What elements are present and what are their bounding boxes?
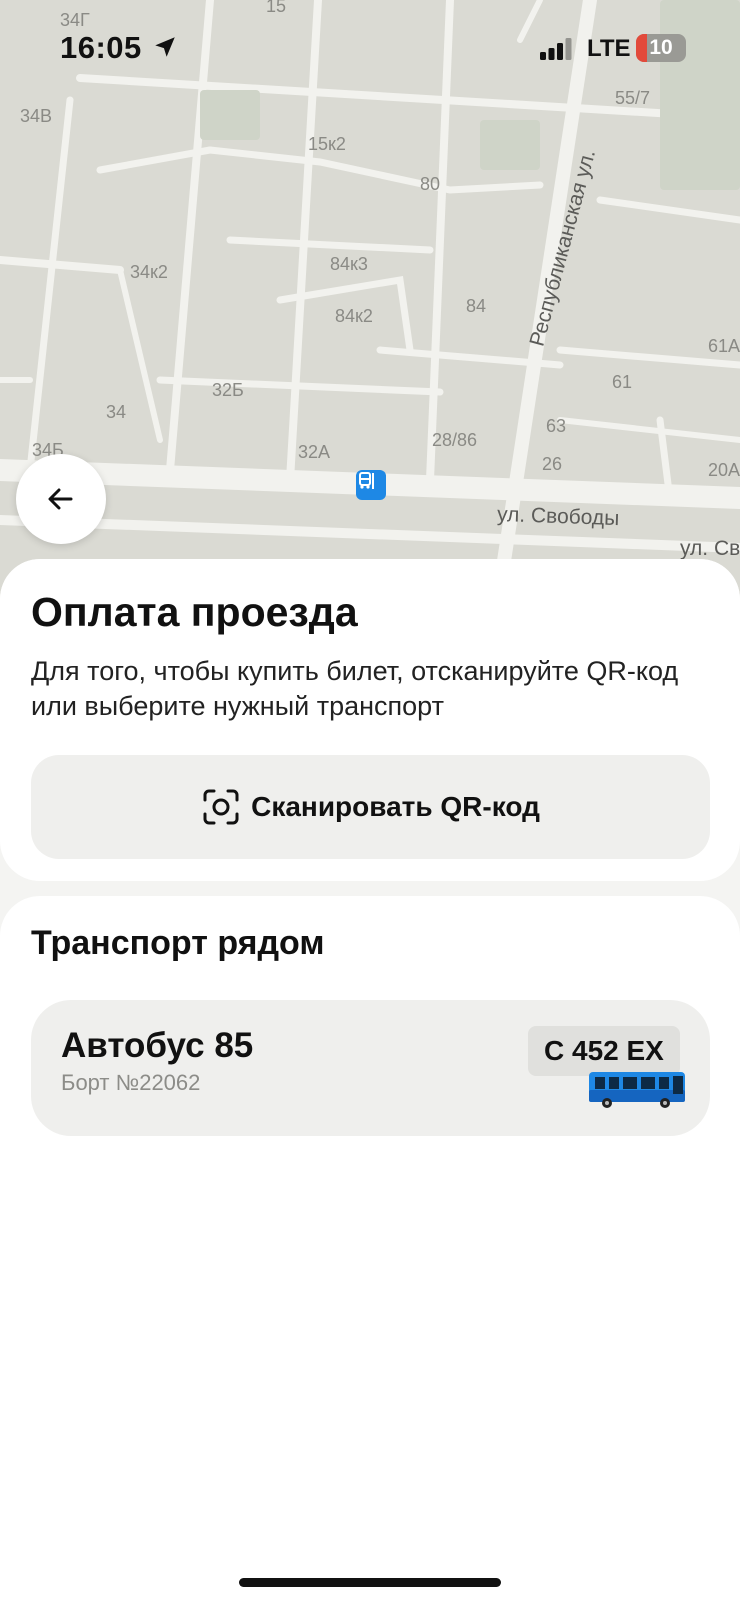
qr-scan-icon: [203, 789, 239, 825]
house-number: 61А: [708, 336, 740, 356]
house-number: 28/86: [432, 430, 478, 450]
cellular-signal-icon: [540, 38, 572, 60]
payment-card: Оплата проезда Для того, чтобы купить би…: [0, 559, 740, 881]
status-bar: 16:05 LTE 10: [0, 0, 740, 100]
house-number: 84: [466, 296, 487, 316]
page-title: Оплата проезда: [31, 589, 358, 635]
back-button[interactable]: [16, 454, 106, 544]
bus-stop-icon[interactable]: [356, 470, 386, 500]
street-label-svobody-cut: ул. Св: [680, 537, 740, 560]
battery-level: 10: [649, 36, 673, 59]
nearby-transport-card: Транспорт рядом Автобус 85 Борт №22062 С…: [0, 896, 740, 1601]
house-number: 20А: [708, 460, 740, 480]
street-label-svobody: ул. Свободы: [496, 502, 620, 531]
house-number: 32А: [298, 442, 331, 462]
bus-stop-glyph-icon: [359, 472, 374, 489]
vehicle-list-item[interactable]: Автобус 85 Борт №22062 С 452 ЕХ: [31, 1000, 710, 1136]
house-number: 15к2: [308, 134, 346, 154]
status-time: 16:05: [60, 30, 142, 65]
vehicle-board-number: Борт №22062: [61, 1070, 201, 1095]
house-number: 80: [420, 174, 441, 194]
nearby-transport-title: Транспорт рядом: [31, 924, 325, 962]
house-number: 61: [612, 372, 633, 392]
house-number: 34: [106, 402, 127, 422]
battery-icon: 10: [636, 34, 686, 62]
scan-qr-button[interactable]: Сканировать QR-код: [31, 755, 710, 859]
house-number: 32Б: [212, 380, 244, 400]
arrow-left-icon: [48, 488, 73, 510]
vehicle-route-name: Автобус 85: [61, 1026, 254, 1065]
scan-qr-label: Сканировать QR-код: [251, 791, 540, 822]
house-number: 34к2: [130, 262, 168, 282]
home-indicator[interactable]: [239, 1578, 501, 1587]
house-number: 84к3: [330, 254, 368, 274]
house-number: 26: [542, 454, 563, 474]
payment-description: Для того, чтобы купить билет, отсканируй…: [31, 656, 679, 721]
bottom-sheet: Оплата проезда Для того, чтобы купить би…: [0, 559, 740, 1601]
location-arrow-icon: [155, 37, 175, 57]
network-type: LTE: [587, 35, 631, 62]
bus-icon: [589, 1072, 685, 1108]
house-number: 34В: [20, 106, 53, 126]
house-number: 84к2: [335, 306, 373, 326]
house-number: 63: [546, 416, 567, 436]
